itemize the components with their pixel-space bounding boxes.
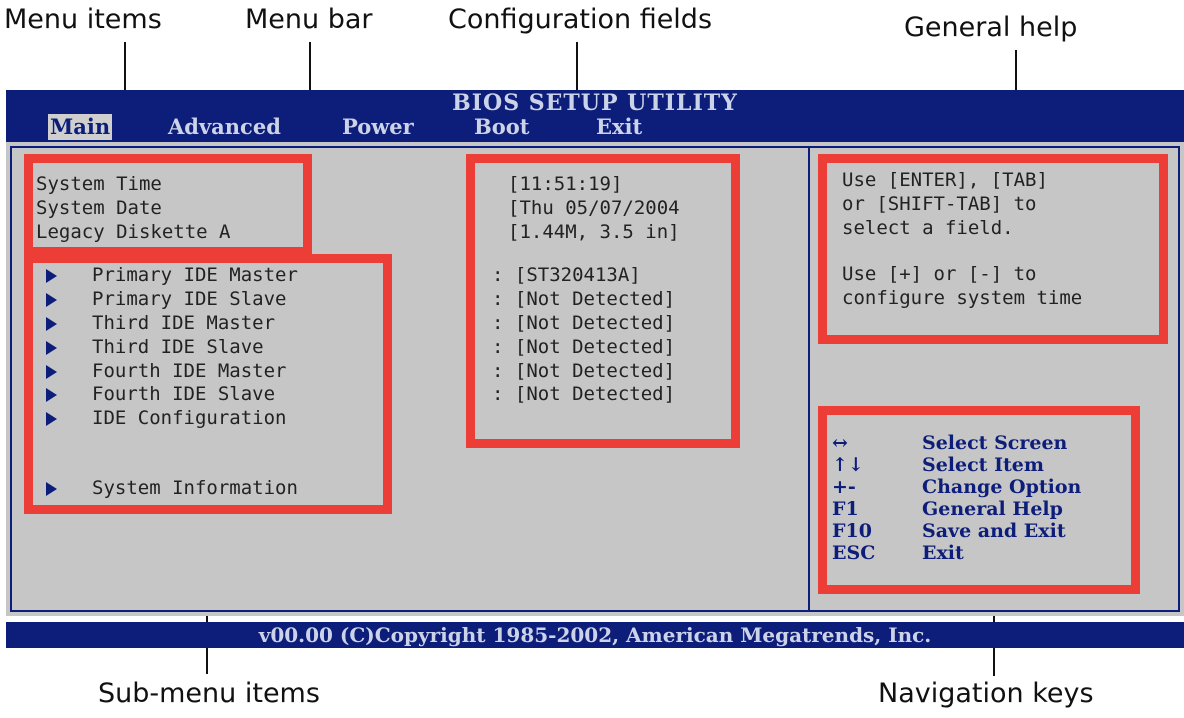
menu-main[interactable]: Main [48,114,113,140]
callout-menu-items: Menu items [4,4,162,35]
callout-menu-bar: Menu bar [245,4,373,35]
highlight-configuration-fields [466,154,740,448]
menu-advanced[interactable]: Advanced [168,114,281,140]
callout-sub-menu-items: Sub-menu items [98,678,320,709]
highlight-navigation-keys [818,406,1140,594]
callout-general-help: General help [904,12,1078,43]
callout-navigation-keys: Navigation keys [878,678,1094,709]
highlight-general-help [818,154,1168,344]
highlight-sub-menu-items [24,254,392,514]
bios-title: BIOS SETUP UTILITY [452,90,738,116]
highlight-menu-items [24,154,312,256]
menu-boot[interactable]: Boot [474,114,529,140]
copyright-footer: v00.00 (C)Copyright 1985-2002, American … [6,622,1184,648]
menu-exit[interactable]: Exit [596,114,642,140]
callout-configuration-fields: Configuration fields [448,4,713,35]
menu-power[interactable]: Power [342,114,414,140]
menu-bar: BIOS SETUP UTILITY Main Advanced Power B… [6,90,1184,142]
